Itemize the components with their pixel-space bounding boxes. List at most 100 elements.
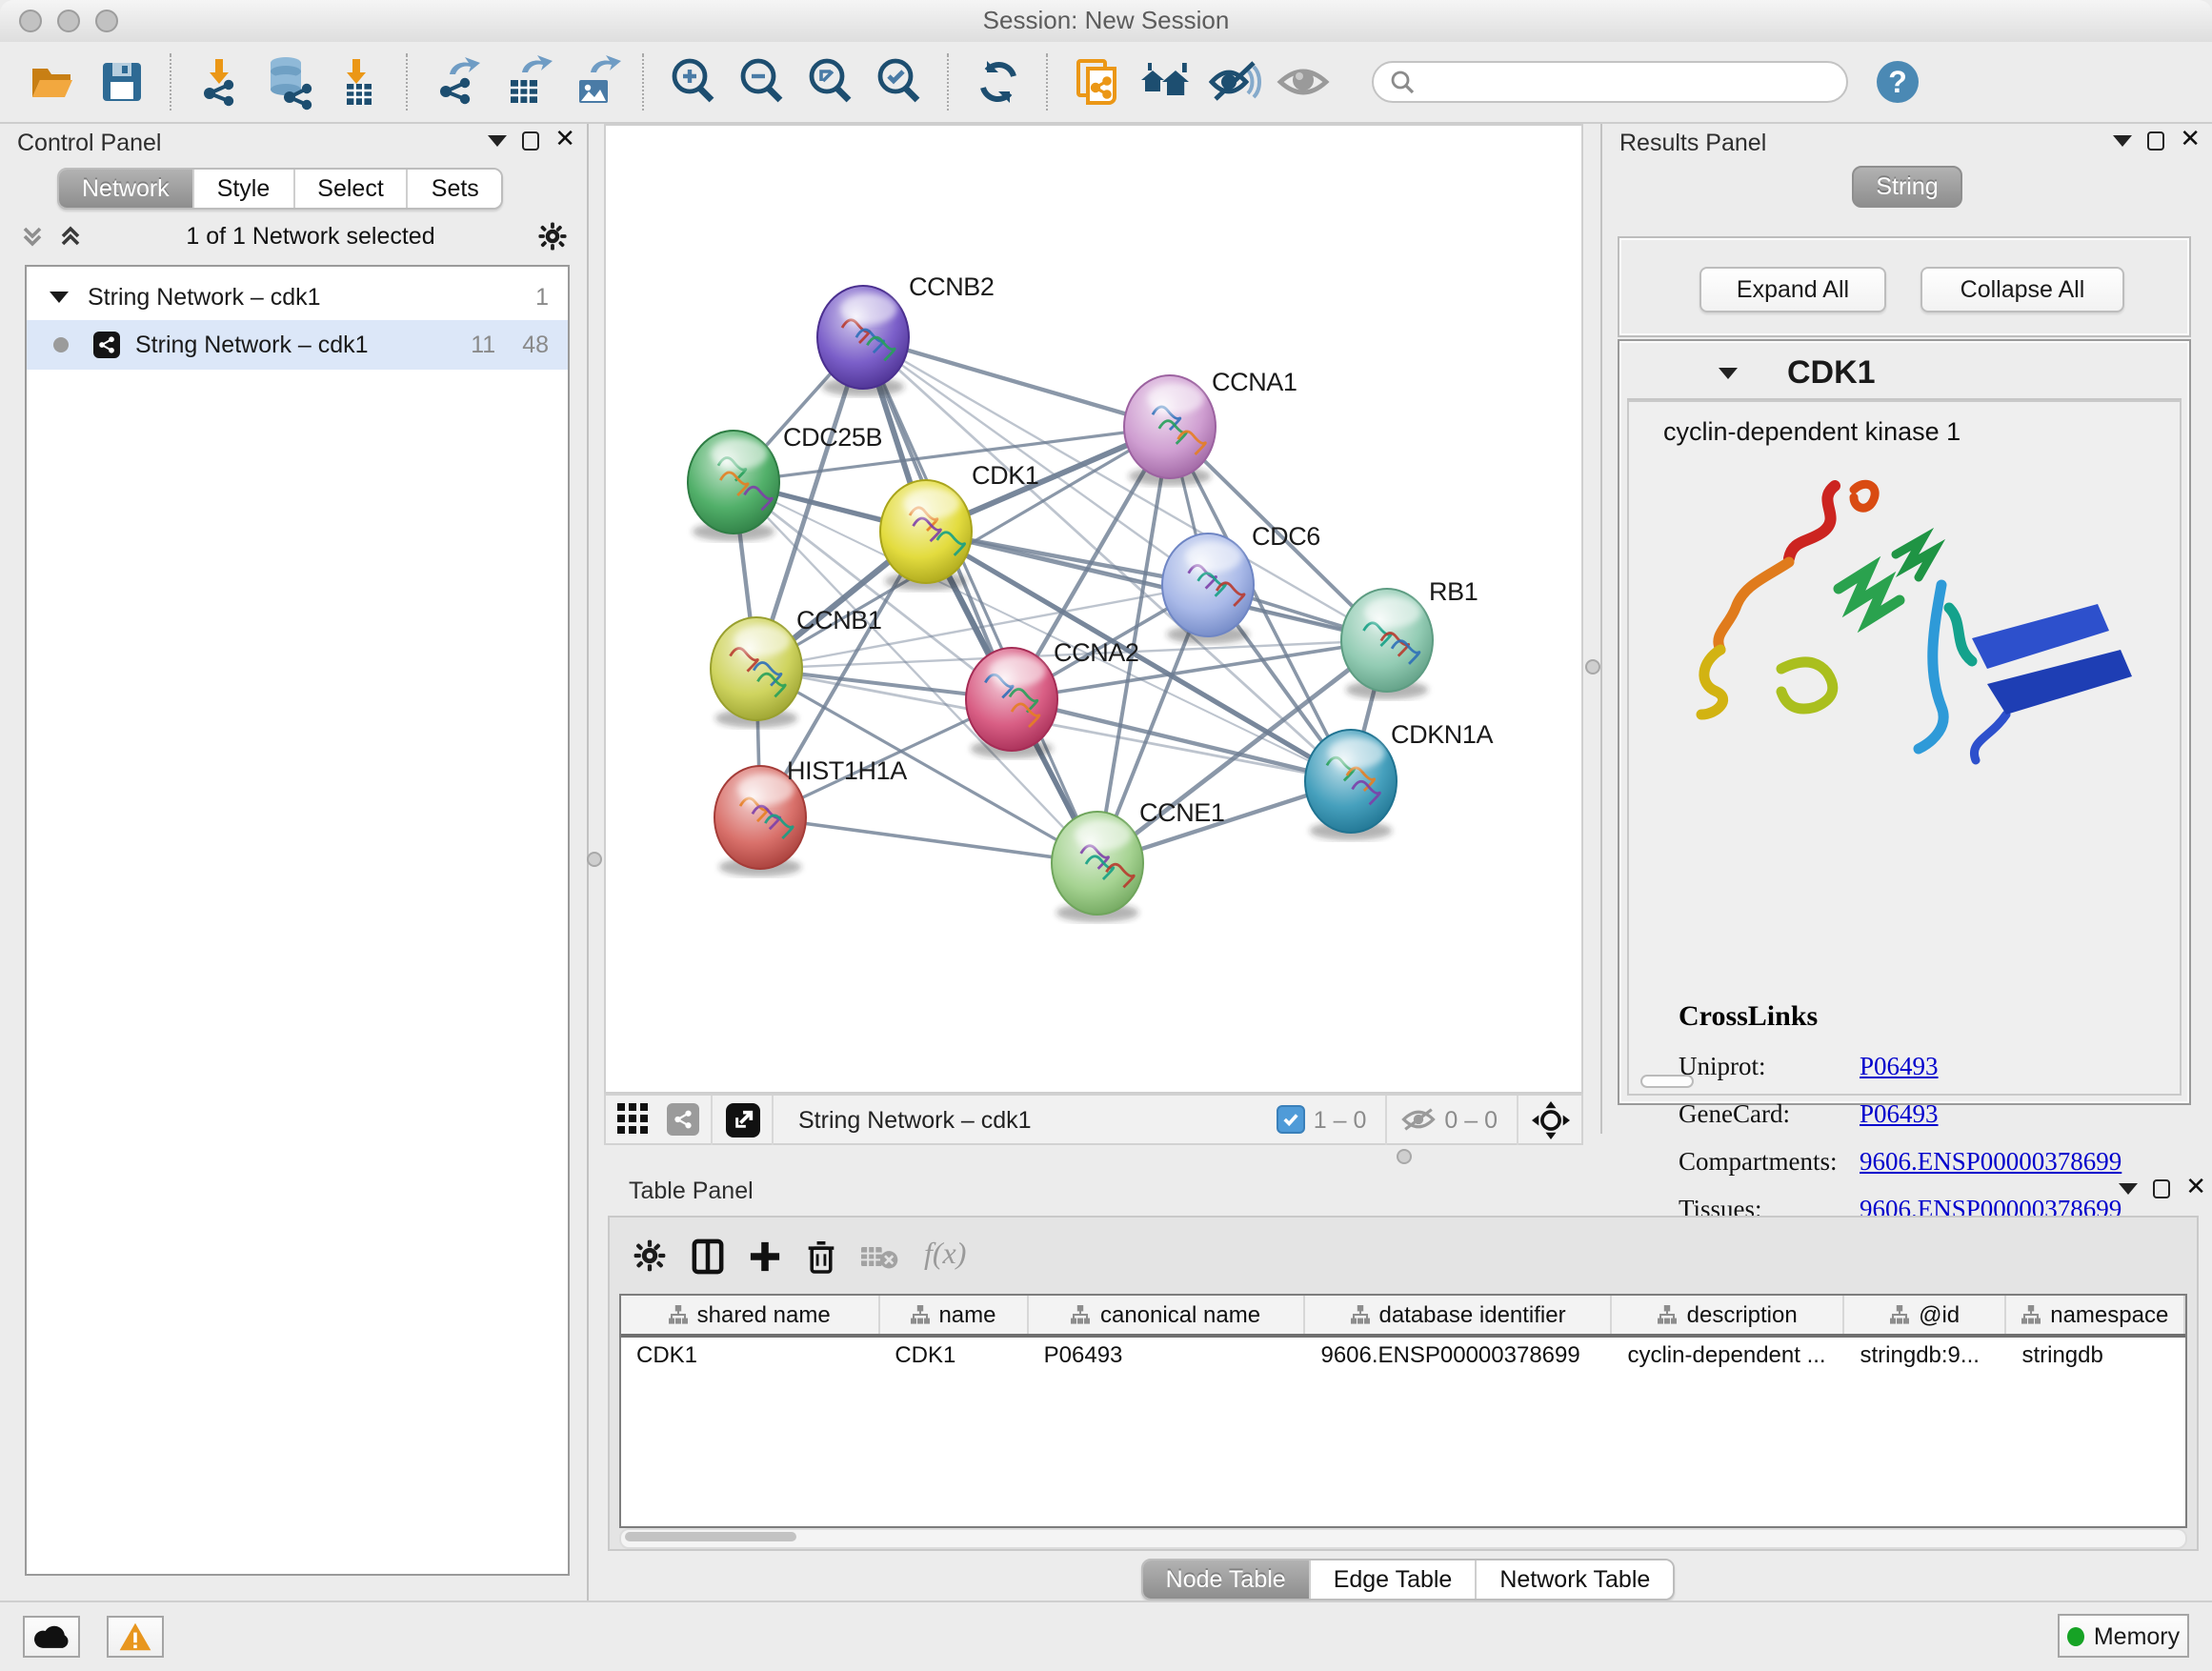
zoom-in-button[interactable] [659, 48, 728, 116]
memory-button[interactable]: Memory [2058, 1614, 2189, 1658]
float-panel-icon[interactable] [2153, 1179, 2170, 1198]
tab-select[interactable]: Select [294, 170, 409, 208]
edge-CCNB2-CCNA1[interactable] [863, 337, 1170, 427]
table-cell[interactable]: stringdb [2006, 1338, 2185, 1374]
refresh-button[interactable] [964, 48, 1033, 116]
tab-string[interactable]: String [1851, 166, 1962, 208]
crosslink-link[interactable]: P06493 [1860, 1052, 1939, 1082]
node-CCNB2[interactable] [817, 286, 909, 396]
right-splitter-handle[interactable] [1584, 659, 1599, 674]
network-row[interactable]: String Network – cdk1 11 48 [27, 320, 568, 370]
network-group-row[interactable]: String Network – cdk1 1 [27, 274, 568, 320]
show-columns-icon[interactable] [692, 1238, 724, 1274]
crosslink-link[interactable]: P06493 [1860, 1099, 1939, 1130]
search-input[interactable] [1416, 67, 1804, 97]
table-cell[interactable]: CDK1 [879, 1338, 1028, 1374]
clear-table-icon[interactable] [861, 1241, 899, 1270]
edge-count: 48 [522, 332, 549, 358]
table-cell[interactable]: stringdb:9... [1845, 1338, 2007, 1374]
disclosure-triangle-icon[interactable] [50, 292, 69, 303]
scrollbar-thumb[interactable] [625, 1532, 796, 1541]
network-options-gear-icon[interactable] [537, 221, 568, 252]
node-RB1[interactable] [1341, 589, 1433, 699]
import-table-button[interactable] [324, 48, 392, 116]
float-panel-icon[interactable] [522, 131, 539, 151]
zoom-out-button[interactable] [728, 48, 796, 116]
tab-network-table[interactable]: Network Table [1477, 1560, 1673, 1599]
save-session-button[interactable] [88, 48, 156, 116]
expand-all-button[interactable]: Expand All [1699, 267, 1886, 312]
create-column-plus-icon[interactable] [749, 1239, 781, 1272]
zoom-fit-button[interactable] [796, 48, 865, 116]
close-panel-icon[interactable]: ✕ [2185, 1179, 2206, 1198]
network-overview-icon[interactable] [667, 1103, 699, 1136]
results-scrollbar-thumb[interactable] [1640, 1075, 1694, 1088]
tab-node-table[interactable]: Node Table [1143, 1560, 1311, 1599]
expand-all-icon[interactable] [57, 223, 84, 250]
warnings-button[interactable] [107, 1616, 164, 1658]
tab-network[interactable]: Network [59, 170, 194, 208]
birds-eye-view-icon[interactable] [617, 1103, 650, 1136]
help-button[interactable]: ? [1863, 48, 1932, 116]
network-graph[interactable]: CCNB2CCNA1CDC25BCDK1CDC6RB1CCNB1CCNA2CDK… [606, 126, 1581, 1092]
node-CDKN1A[interactable] [1305, 730, 1397, 840]
open-in-window-icon[interactable] [726, 1102, 760, 1137]
column-header-@id[interactable]: @id [1845, 1296, 2007, 1334]
node-CDC25B[interactable] [688, 431, 779, 541]
bottom-splitter-handle[interactable] [1397, 1149, 1412, 1164]
selected-node-edge-counts: 1 – 0 [1314, 1106, 1367, 1133]
string-protein-query-button[interactable] [1063, 48, 1132, 116]
column-header-database-identifier[interactable]: database identifier [1306, 1296, 1613, 1334]
string-homes-button[interactable] [1132, 48, 1200, 116]
column-header-namespace[interactable]: namespace [2007, 1296, 2185, 1334]
table-cell[interactable]: 9606.ENSP00000378699 [1305, 1338, 1612, 1374]
edge-HIST1H1A-CCNE1[interactable] [760, 817, 1097, 863]
panel-menu-icon[interactable] [488, 135, 507, 147]
gene-header-row[interactable]: CDK1 [1627, 349, 2182, 400]
selected-items-checkbox[interactable] [1277, 1105, 1306, 1134]
cloud-status-button[interactable] [23, 1616, 80, 1658]
import-network-button[interactable] [187, 48, 255, 116]
table-cell[interactable]: CDK1 [621, 1338, 879, 1374]
export-image-button[interactable] [560, 48, 629, 116]
column-header-name[interactable]: name [879, 1296, 1028, 1334]
node-CDK1[interactable] [880, 480, 972, 591]
fit-content-crosshair-icon[interactable] [1532, 1100, 1570, 1138]
tab-style[interactable]: Style [194, 170, 295, 208]
table-options-gear-icon[interactable] [633, 1238, 667, 1273]
table-cell[interactable]: P06493 [1029, 1338, 1306, 1374]
show-graphics-details-button[interactable] [1269, 48, 1337, 116]
enhanced-labels-toggle-button[interactable] [1200, 48, 1269, 116]
import-network-from-database-button[interactable] [255, 48, 324, 116]
network-view-canvas[interactable]: CCNB2CCNA1CDC25BCDK1CDC6RB1CCNB1CCNA2CDK… [604, 124, 1583, 1094]
column-header-shared-name[interactable]: shared name [621, 1296, 879, 1334]
search-box[interactable] [1372, 61, 1848, 103]
table-cell[interactable]: cyclin-dependent ... [1612, 1338, 1844, 1374]
table-row[interactable]: CDK1CDK1P064939606.ENSP00000378699cyclin… [621, 1338, 2185, 1374]
panel-menu-icon[interactable] [2113, 135, 2132, 147]
close-panel-icon[interactable]: ✕ [2180, 131, 2201, 151]
collapse-all-icon[interactable] [19, 223, 46, 250]
float-panel-icon[interactable] [2147, 131, 2164, 151]
zoom-selected-button[interactable] [865, 48, 934, 116]
export-table-button[interactable] [492, 48, 560, 116]
panel-menu-icon[interactable] [2119, 1183, 2138, 1195]
node-CCNE1[interactable] [1052, 812, 1143, 922]
open-session-button[interactable] [19, 48, 88, 116]
column-header-description[interactable]: description [1613, 1296, 1845, 1334]
tab-edge-table[interactable]: Edge Table [1311, 1560, 1478, 1599]
tab-sets[interactable]: Sets [409, 170, 502, 208]
hidden-items-eye-slash-icon[interactable] [1400, 1105, 1437, 1134]
delete-column-trash-icon[interactable] [806, 1238, 836, 1274]
left-splitter-handle[interactable] [587, 852, 602, 867]
node-CCNB1[interactable] [711, 617, 802, 728]
collapse-all-button[interactable]: Collapse All [1920, 267, 2124, 312]
export-network-button[interactable] [423, 48, 492, 116]
close-panel-icon[interactable]: ✕ [554, 131, 575, 151]
network-collection-label: String Network – cdk1 [88, 284, 321, 311]
column-header-canonical-name[interactable]: canonical name [1029, 1296, 1306, 1334]
disclosure-triangle-icon[interactable] [1719, 368, 1738, 379]
table-horizontal-scrollbar[interactable] [619, 1528, 2187, 1549]
function-builder-icon[interactable]: f(x) [924, 1238, 966, 1273]
node-CCNA1[interactable] [1124, 375, 1216, 486]
